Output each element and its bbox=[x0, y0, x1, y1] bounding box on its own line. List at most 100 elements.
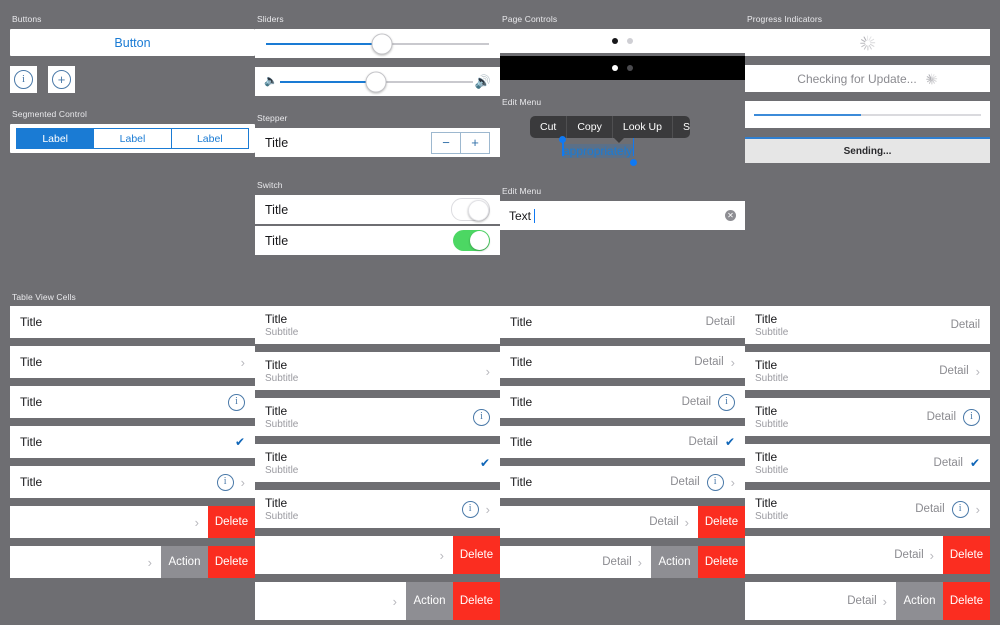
chevron-right-icon[interactable]: › bbox=[393, 595, 397, 608]
chevron-right-icon[interactable]: › bbox=[486, 365, 490, 378]
edit-menu-item-share[interactable]: Share... bbox=[671, 116, 690, 138]
swipe-action-delete[interactable]: Delete bbox=[943, 536, 990, 574]
swipe-action-delete[interactable]: Delete bbox=[453, 536, 500, 574]
slider-volume-track[interactable] bbox=[279, 71, 473, 92]
info-icon[interactable]: i bbox=[216, 473, 234, 491]
table-view-column-subtitle: Title Subtitle Title Subtitle › Title Subtitle… bbox=[255, 306, 500, 620]
table-row[interactable]: Title bbox=[10, 306, 255, 338]
swipe-action-delete[interactable]: Delete bbox=[208, 506, 255, 538]
switch-off[interactable] bbox=[451, 198, 490, 221]
swipe-action-action[interactable]: Action bbox=[161, 546, 208, 578]
table-row-accessory: Detail i › bbox=[915, 500, 980, 518]
slider-volume[interactable]: 🔈 🔊 bbox=[255, 67, 500, 96]
selection-handle-left[interactable] bbox=[559, 136, 566, 143]
table-row[interactable]: Title Subtitle bbox=[255, 306, 500, 344]
info-icon[interactable]: i bbox=[718, 393, 735, 411]
segmented-control[interactable]: Label Label Label bbox=[10, 124, 255, 153]
info-icon[interactable]: i bbox=[963, 408, 980, 426]
table-row[interactable]: Title Subtitle Detail i › bbox=[745, 490, 990, 528]
swipe-action-delete[interactable]: Delete bbox=[208, 546, 255, 578]
table-row[interactable]: Title Detail i bbox=[500, 386, 745, 418]
segment-0[interactable]: Label bbox=[16, 128, 95, 149]
info-icon[interactable]: i bbox=[473, 408, 490, 426]
info-icon[interactable]: i bbox=[706, 473, 724, 491]
table-row[interactable]: Title i › bbox=[10, 466, 255, 498]
segment-2[interactable]: Label bbox=[170, 128, 249, 149]
chevron-right-icon[interactable]: › bbox=[976, 365, 980, 378]
page-dot-0[interactable] bbox=[612, 38, 618, 44]
edit-menu-item-look-up[interactable]: Look Up bbox=[611, 116, 672, 138]
table-row-content[interactable]: › bbox=[255, 582, 406, 620]
chevron-right-icon[interactable]: › bbox=[241, 356, 245, 369]
page-dot-dark-0[interactable] bbox=[612, 65, 618, 71]
table-row[interactable]: Title Detail ✔ bbox=[500, 426, 745, 458]
slider-volume-thumb[interactable] bbox=[365, 71, 387, 92]
selection-handle-right[interactable] bbox=[630, 159, 638, 166]
table-row-content[interactable]: › bbox=[10, 506, 208, 538]
table-row[interactable]: Title › bbox=[10, 346, 255, 378]
table-row-content[interactable]: Detail › bbox=[745, 582, 896, 620]
chevron-right-icon[interactable]: › bbox=[731, 476, 735, 489]
swipe-action-delete[interactable]: Delete bbox=[698, 506, 745, 538]
table-row[interactable]: Title Detail i › bbox=[500, 466, 745, 498]
table-row[interactable]: Title Subtitle Detail i bbox=[745, 398, 990, 436]
chevron-right-icon[interactable]: › bbox=[731, 356, 735, 369]
page-control-light[interactable] bbox=[500, 29, 745, 53]
chevron-right-icon[interactable]: › bbox=[883, 595, 887, 608]
chevron-right-icon[interactable]: › bbox=[685, 516, 689, 529]
table-row-content[interactable]: Detail › bbox=[745, 536, 943, 574]
table-row-content[interactable]: Detail › bbox=[500, 506, 698, 538]
page-control-dark[interactable] bbox=[500, 56, 745, 80]
switch-on[interactable] bbox=[453, 230, 490, 251]
table-row[interactable]: Title Subtitle i bbox=[255, 398, 500, 436]
swipe-action-action[interactable]: Action bbox=[406, 582, 453, 620]
slider-plain-track[interactable] bbox=[266, 33, 489, 54]
chevron-right-icon[interactable]: › bbox=[930, 549, 934, 562]
chevron-right-icon[interactable]: › bbox=[638, 556, 642, 569]
table-row-content[interactable]: Detail › bbox=[500, 546, 651, 578]
page-dot-dark-1[interactable] bbox=[627, 65, 633, 71]
swipe-action-delete[interactable]: Delete bbox=[943, 582, 990, 620]
stepper-decrement-button[interactable]: − bbox=[431, 131, 461, 154]
table-row[interactable]: Title ✔ bbox=[10, 426, 255, 458]
swipe-action-action[interactable]: Action bbox=[651, 546, 698, 578]
info-icon[interactable]: i bbox=[228, 393, 245, 411]
swipe-action-delete[interactable]: Delete bbox=[698, 546, 745, 578]
edit-menu-item-cut[interactable]: Cut bbox=[530, 116, 566, 138]
info-button[interactable]: i bbox=[10, 66, 37, 93]
primary-button[interactable]: Button bbox=[10, 29, 255, 56]
swipe-action-action[interactable]: Action bbox=[896, 582, 943, 620]
chevron-right-icon[interactable]: › bbox=[976, 503, 980, 516]
slider-plain[interactable] bbox=[255, 29, 500, 58]
table-row[interactable]: Title i bbox=[10, 386, 255, 418]
table-row[interactable]: Title Subtitle Detail ✔ bbox=[745, 444, 990, 482]
chevron-right-icon[interactable]: › bbox=[195, 516, 199, 529]
table-row[interactable]: Title Subtitle i › bbox=[255, 490, 500, 528]
table-row[interactable]: Title Detail › bbox=[500, 346, 745, 378]
stepper-increment-button[interactable]: + bbox=[460, 131, 490, 154]
chevron-right-icon[interactable]: › bbox=[440, 549, 444, 562]
stepper-control[interactable]: − + bbox=[431, 131, 490, 154]
table-row[interactable]: Title Subtitle Detail › bbox=[745, 352, 990, 390]
add-button[interactable]: + bbox=[48, 66, 75, 93]
info-icon[interactable]: i bbox=[461, 500, 479, 518]
table-row-content[interactable]: › bbox=[255, 536, 453, 574]
detail-label: Detail bbox=[688, 436, 718, 448]
info-icon[interactable]: i bbox=[951, 500, 969, 518]
clear-icon[interactable]: ✕ bbox=[725, 210, 736, 221]
chevron-right-icon[interactable]: › bbox=[241, 476, 245, 489]
edit-menu-item-copy[interactable]: Copy bbox=[566, 116, 612, 138]
table-row[interactable]: Title Subtitle › bbox=[255, 352, 500, 390]
text-field[interactable]: Text ✕ bbox=[500, 201, 745, 230]
chevron-right-icon[interactable]: › bbox=[148, 556, 152, 569]
table-row[interactable]: Title Detail bbox=[500, 306, 745, 338]
table-row-content[interactable]: › bbox=[10, 546, 161, 578]
segment-1[interactable]: Label bbox=[93, 128, 172, 149]
selected-text[interactable]: appropriately bbox=[559, 136, 638, 166]
swipe-action-delete[interactable]: Delete bbox=[453, 582, 500, 620]
slider-plain-thumb[interactable] bbox=[371, 33, 393, 54]
page-dot-1[interactable] bbox=[627, 38, 633, 44]
chevron-right-icon[interactable]: › bbox=[486, 503, 490, 516]
table-row[interactable]: Title Subtitle Detail bbox=[745, 306, 990, 344]
table-row[interactable]: Title Subtitle ✔ bbox=[255, 444, 500, 482]
